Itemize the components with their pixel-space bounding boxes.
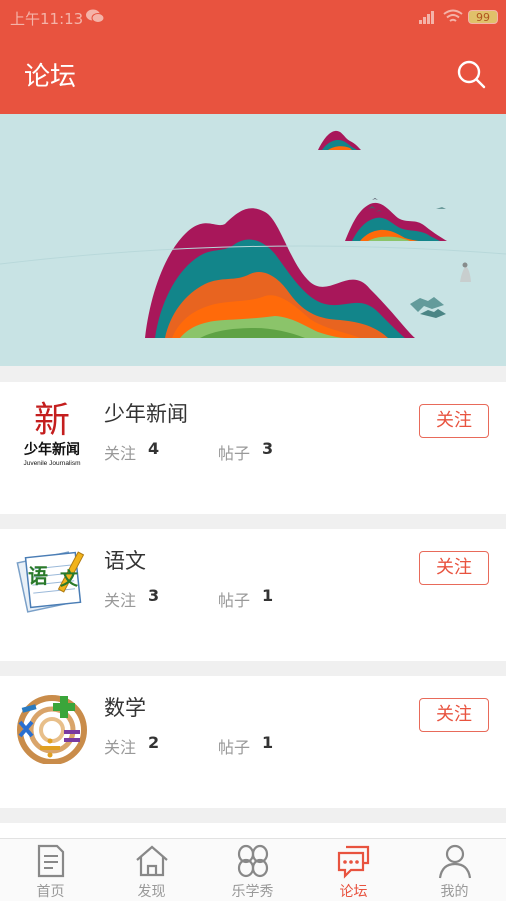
chat-icon [337, 845, 370, 879]
posts-count: 1 [262, 586, 274, 605]
page-title: 论坛 [24, 62, 77, 92]
tab-discover[interactable]: 发现 [101, 839, 202, 901]
svg-text:文: 文 [60, 568, 79, 589]
tab-label: 首页 [36, 884, 65, 900]
svg-text:新: 新 [34, 400, 70, 440]
follow-count: 2 [148, 733, 160, 752]
svg-text:Juvenile Journalism: Juvenile Journalism [23, 460, 80, 467]
tab-home[interactable]: 首页 [0, 839, 101, 901]
math-symbols-logo [17, 695, 87, 764]
mountain-illustration [0, 130, 506, 338]
forum-card[interactable]: 数学 关注 2 帖子 1 关注 [0, 676, 506, 808]
forum-name: 数学 [104, 696, 146, 720]
follow-button[interactable]: 关注 [419, 404, 489, 438]
follow-button[interactable]: 关注 [419, 551, 489, 585]
tab-label: 我的 [440, 884, 469, 900]
tab-label: 乐学秀 [231, 884, 274, 900]
forum-name: 少年新闻 [104, 402, 188, 426]
forum-name: 语文 [104, 549, 146, 573]
battery-icon: 99 [468, 10, 498, 24]
juvenile-journalism-logo: 新 少年新闻 Juvenile Journalism [23, 398, 81, 467]
status-time: 上午11:13 [10, 10, 84, 28]
posts-label: 帖子 [218, 738, 251, 757]
follow-count: 4 [148, 439, 160, 458]
follow-button[interactable]: 关注 [419, 698, 489, 732]
wechat-icon [86, 9, 104, 23]
home-icon [136, 845, 168, 877]
tab-lexuexiu[interactable]: 乐学秀 [202, 839, 303, 901]
clover-icon [237, 844, 269, 878]
wifi-icon [443, 9, 463, 22]
document-icon [37, 844, 65, 878]
tab-mine[interactable]: 我的 [404, 839, 505, 901]
follow-label: 关注 [104, 591, 137, 610]
follow-label: 关注 [104, 738, 137, 757]
forum-banner[interactable] [0, 114, 506, 366]
posts-count: 1 [262, 733, 274, 752]
tab-label: 发现 [137, 884, 166, 900]
status-bar: 上午11:13 99 [0, 0, 506, 34]
svg-text:少年新闻: 少年新闻 [23, 441, 80, 457]
person-icon [438, 844, 472, 879]
app-bar: 论坛 [0, 34, 506, 114]
svg-text:语: 语 [28, 565, 48, 588]
forum-card[interactable]: 新 少年新闻 Juvenile Journalism 少年新闻 关注 4 帖子 … [0, 382, 506, 514]
follow-label: 关注 [104, 444, 137, 463]
forum-card[interactable]: 语 文 语文 关注 3 帖子 1 关注 [0, 529, 506, 661]
posts-label: 帖子 [218, 591, 251, 610]
bottom-tab-bar: 首页 发现 乐学秀 论坛 我的 [0, 838, 506, 901]
posts-count: 3 [262, 439, 274, 458]
tab-forum[interactable]: 论坛 [303, 839, 404, 901]
chinese-book-logo: 语 文 [16, 551, 85, 613]
follow-count: 3 [148, 586, 160, 605]
signal-icon [419, 11, 434, 24]
search-icon[interactable] [456, 59, 486, 89]
posts-label: 帖子 [218, 444, 251, 463]
tab-label: 论坛 [339, 884, 368, 900]
